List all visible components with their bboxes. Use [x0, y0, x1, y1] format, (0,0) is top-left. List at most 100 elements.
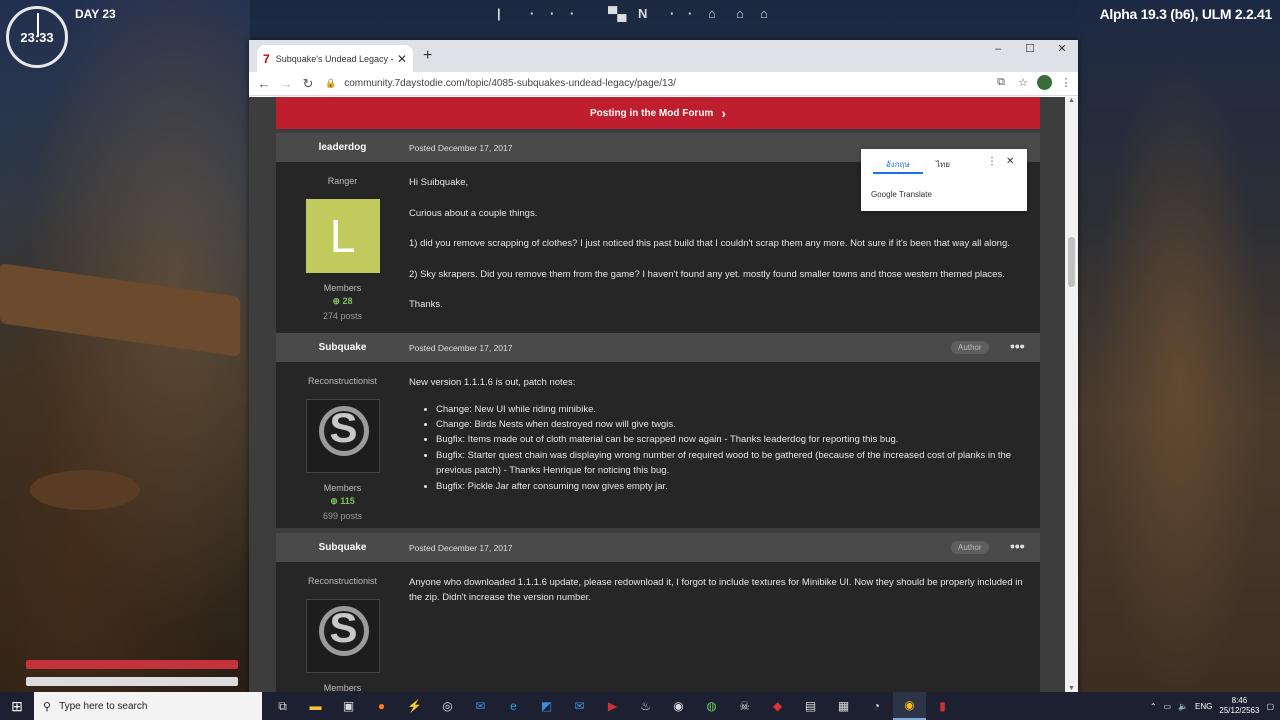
post-count: 274 posts [322, 311, 363, 321]
window-controls: – ☐ ✕ [982, 40, 1078, 60]
post-date[interactable]: Posted December 17, 2017 [409, 543, 512, 553]
url-text: community.7daystodie.com/topic/4085-subq… [344, 78, 676, 89]
post-header: Subquake Posted December 17, 2017 Author… [276, 333, 1040, 362]
list-item: Bugfix: Pickle Jar after consuming now g… [436, 479, 1034, 494]
member-group: Members [323, 683, 362, 692]
target-language-tab[interactable]: ไทย [936, 158, 950, 171]
post-paragraph: 2) Sky skrapers. Did you remove them fro… [409, 268, 1005, 280]
author-info: Reconstructionist S Members ⊕ 115 699 po… [276, 362, 409, 521]
flash-app-icon[interactable]: ⚡ [398, 692, 431, 720]
windows-start-button[interactable]: ⊞ [0, 692, 34, 720]
compass-north: N [638, 6, 648, 21]
post-author[interactable]: Subquake [276, 342, 409, 353]
clock-time: 8:46 [1231, 696, 1248, 705]
document-app-icon[interactable]: ▦ [827, 692, 860, 720]
author-rank: Ranger [327, 176, 358, 186]
avatar[interactable]: S [305, 399, 380, 473]
search-icon: ⚲ [43, 700, 52, 713]
lock-icon: 🔒 [325, 78, 337, 88]
banner-label: Posting in the Mod Forum [590, 107, 714, 119]
epic-icon[interactable]: ◉ [662, 692, 695, 720]
menu-kebab-icon[interactable]: ⋮ [1058, 76, 1074, 89]
browser-tab[interactable]: 7 Subquake's Undead Legacy - Pa... ✕ [257, 45, 413, 72]
day-counter: DAY 23 [75, 7, 116, 21]
game-app-icon[interactable]: ▮ [926, 692, 959, 720]
site-favicon-icon: 7 [263, 51, 270, 66]
close-window-button[interactable]: ✕ [1046, 40, 1078, 60]
app-icon[interactable]: ◩ [530, 692, 563, 720]
more-options-icon[interactable]: ••• [1010, 538, 1025, 554]
minimize-button[interactable]: – [982, 40, 1014, 60]
clock-date: 25/12/2563 [1219, 706, 1260, 715]
notifications-icon[interactable]: ▢ [1266, 702, 1274, 711]
network-icon[interactable]: ▭ [1164, 702, 1172, 711]
scroll-thumb[interactable] [1068, 237, 1075, 287]
google-translate-brand: Google Translate [871, 190, 932, 199]
plus-icon: ⊕ [330, 496, 341, 506]
post-author[interactable]: Subquake [276, 542, 409, 553]
author-badge: Author [951, 541, 989, 554]
menu-kebab-icon[interactable]: ⋮ [987, 156, 997, 167]
input-language[interactable]: ENG [1195, 702, 1212, 711]
avatar[interactable]: L [305, 199, 380, 273]
post-date[interactable]: Posted December 17, 2017 [409, 343, 512, 353]
member-group: Members [323, 483, 362, 493]
tool-app-icon[interactable]: ▤ [794, 692, 827, 720]
browser-toolbar: ← → ↻ 🔒 community.7daystodie.com/topic/4… [249, 72, 1078, 96]
close-tab-icon[interactable]: ✕ [397, 52, 407, 66]
steam-icon[interactable]: ♨ [629, 692, 662, 720]
file-explorer-icon[interactable]: ▬ [299, 692, 332, 720]
post-paragraph: 1) did you remove scrapping of clothes? … [409, 238, 1010, 249]
media-icon[interactable]: ▶ [596, 692, 629, 720]
stool-seat [30, 470, 140, 510]
scroll-down-icon[interactable]: ▼ [1068, 685, 1075, 692]
bookmark-star-icon[interactable]: ☆ [1015, 76, 1031, 89]
scroll-up-icon[interactable]: ▲ [1068, 97, 1075, 104]
patch-notes-list: Change: New UI while riding minibike. Ch… [436, 402, 1034, 494]
avatar[interactable]: S [305, 599, 380, 673]
outlook-icon[interactable]: ✉ [563, 692, 596, 720]
maximize-button[interactable]: ☐ [1014, 40, 1046, 60]
plus-icon: ⊕ [332, 296, 343, 306]
steam-like-icon[interactable]: ◎ [431, 692, 464, 720]
chevron-up-icon[interactable]: ⌃ [1150, 702, 1157, 711]
post-author[interactable]: leaderdog [276, 142, 409, 153]
table [0, 263, 240, 357]
chevron-right-icon: › [721, 105, 726, 121]
edge-icon[interactable]: e [497, 692, 530, 720]
gauge-app-icon[interactable]: ◔ [860, 692, 893, 720]
mod-forum-banner[interactable]: Posting in the Mod Forum › [276, 97, 1040, 129]
firefox-icon[interactable]: ● [365, 692, 398, 720]
source-language-tab[interactable]: อังกฤษ [886, 158, 910, 171]
mail-icon[interactable]: ✉ [464, 692, 497, 720]
translate-popup: อังกฤษ ไทย ⋮ ✕ Google Translate [861, 149, 1027, 211]
red-app-icon[interactable]: ◆ [761, 692, 794, 720]
author-info: Reconstructionist S Members [276, 562, 409, 692]
new-tab-button[interactable]: + [423, 47, 432, 65]
more-options-icon[interactable]: ••• [1010, 338, 1025, 354]
address-bar[interactable]: 🔒 community.7daystodie.com/topic/4085-su… [325, 74, 985, 93]
post-count: 699 posts [322, 511, 363, 521]
reload-button[interactable]: ↻ [297, 76, 319, 92]
profile-avatar[interactable] [1037, 75, 1052, 90]
system-clock[interactable]: 8:46 25/12/2563 [1219, 696, 1259, 716]
volume-icon[interactable]: 🔈 [1178, 702, 1188, 711]
chrome-icon[interactable]: ◉ [893, 692, 926, 720]
translate-icon[interactable]: ⧉ [993, 76, 1009, 89]
discord-like-icon[interactable]: ◍ [695, 692, 728, 720]
back-button[interactable]: ← [253, 76, 275, 91]
windows-taskbar: ⊞ ⚲ Type here to search ⧉ ▬ ▣ ● ⚡ ◎ ✉ e … [0, 692, 1280, 720]
taskbar-search[interactable]: ⚲ Type here to search [34, 692, 262, 720]
skull-app-icon[interactable]: ☠ [728, 692, 761, 720]
game-scene-left [0, 0, 250, 692]
task-view-icon[interactable]: ⧉ [266, 692, 299, 720]
close-icon[interactable]: ✕ [1006, 156, 1014, 167]
forward-button[interactable]: → [275, 76, 297, 91]
toolbar-actions: ⧉ ☆ ⋮ [993, 75, 1074, 90]
page-scrollbar[interactable]: ▲ ▼ [1065, 97, 1078, 692]
compass: | · · · ▀▄ N · · ⌂ ⌂ ⌂ [497, 6, 768, 21]
post-date[interactable]: Posted December 17, 2017 [409, 143, 512, 153]
store-icon[interactable]: ▣ [332, 692, 365, 720]
post-content: Anyone who downloaded 1.1.1.6 update, pl… [409, 562, 1034, 621]
reputation: ⊕ 28 [332, 296, 353, 306]
